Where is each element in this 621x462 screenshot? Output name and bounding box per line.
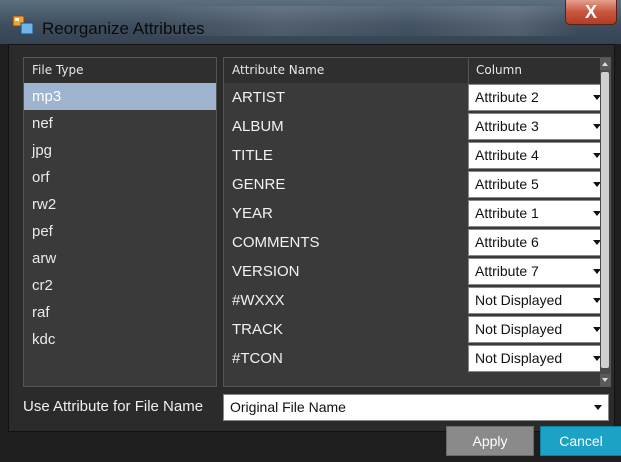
attribute-row: #TCON Not Displayed <box>224 344 608 373</box>
file-type-item[interactable]: kdc <box>24 326 216 353</box>
attribute-name: TRACK <box>232 321 283 338</box>
column-select-value: Not Displayed <box>475 292 563 308</box>
column-select[interactable]: Not Displayed <box>468 287 608 314</box>
file-type-header: File Type <box>24 58 216 83</box>
chevron-down-icon <box>594 405 602 410</box>
file-type-item[interactable]: arw <box>24 245 216 272</box>
apply-button[interactable]: Apply <box>446 426 534 456</box>
column-select[interactable]: Attribute 6 <box>468 229 608 256</box>
scroll-up-arrow-icon[interactable] <box>600 58 610 70</box>
window-title: Reorganize Attributes <box>42 19 205 38</box>
file-type-list: File Type mp3 nef jpg orf rw2 pef arw cr2 raf kdc <box>23 57 217 387</box>
attribute-name-header: Attribute Name <box>232 63 325 77</box>
column-select[interactable]: Attribute 3 <box>468 113 608 140</box>
column-select[interactable]: Attribute 5 <box>468 171 608 198</box>
column-select-value: Attribute 3 <box>475 118 539 134</box>
attribute-row: GENRE Attribute 5 <box>224 170 608 199</box>
attribute-row: YEAR Attribute 1 <box>224 199 608 228</box>
column-select[interactable]: Attribute 7 <box>468 258 608 285</box>
file-type-item[interactable]: raf <box>24 299 216 326</box>
attribute-row: TITLE Attribute 4 <box>224 141 608 170</box>
attribute-name: TITLE <box>232 147 273 164</box>
close-button[interactable]: X <box>565 0 617 25</box>
header-divider <box>468 58 469 83</box>
dialog-body: File Type mp3 nef jpg orf rw2 pef arw cr2 raf kdc… <box>8 44 615 432</box>
file-type-item[interactable]: jpg <box>24 137 216 164</box>
column-select-value: Attribute 5 <box>475 176 539 192</box>
file-name-attribute-value: Original File Name <box>230 399 346 415</box>
column-select[interactable]: Not Displayed <box>468 345 608 372</box>
attribute-row: #WXXX Not Displayed <box>224 286 608 315</box>
attribute-table-header: Attribute Name Column <box>224 58 610 83</box>
file-type-item[interactable]: orf <box>24 164 216 191</box>
attribute-name: ARTIST <box>232 89 286 106</box>
cancel-button[interactable]: Cancel <box>540 426 621 456</box>
attribute-name: YEAR <box>232 205 273 222</box>
file-name-attribute-select[interactable]: Original File Name <box>223 394 609 421</box>
attribute-row: COMMENTS Attribute 6 <box>224 228 608 257</box>
column-select-value: Not Displayed <box>475 350 563 366</box>
column-select-value: Attribute 2 <box>475 89 539 105</box>
attribute-name: GENRE <box>232 176 286 193</box>
column-select-value: Attribute 1 <box>475 205 539 221</box>
attribute-scrollbar[interactable] <box>600 58 610 386</box>
column-select-value: Attribute 4 <box>475 147 539 163</box>
column-select-value: Attribute 7 <box>475 263 539 279</box>
title-bar: Reorganize Attributes X <box>0 0 621 44</box>
column-select[interactable]: Attribute 4 <box>468 142 608 169</box>
file-type-item[interactable]: mp3 <box>24 83 216 110</box>
attribute-row: ARTIST Attribute 2 <box>224 83 608 112</box>
attribute-name: #TCON <box>232 350 283 367</box>
column-select-value: Not Displayed <box>475 321 563 337</box>
scroll-down-arrow-icon[interactable] <box>600 374 610 386</box>
file-type-item[interactable]: nef <box>24 110 216 137</box>
attribute-row: VERSION Attribute 7 <box>224 257 608 286</box>
file-type-item[interactable]: pef <box>24 218 216 245</box>
close-icon: X <box>584 2 597 22</box>
attribute-name: VERSION <box>232 263 300 280</box>
column-select[interactable]: Attribute 1 <box>468 200 608 227</box>
column-select[interactable]: Attribute 2 <box>468 84 608 111</box>
attribute-table: Attribute Name Column ARTIST Attribute 2A… <box>223 57 611 387</box>
column-header: Column <box>476 63 522 77</box>
column-select[interactable]: Not Displayed <box>468 316 608 343</box>
attribute-name: COMMENTS <box>232 234 320 251</box>
attribute-row: ALBUM Attribute 3 <box>224 112 608 141</box>
file-type-item[interactable]: cr2 <box>24 272 216 299</box>
attribute-name: #WXXX <box>232 292 285 309</box>
scroll-thumb[interactable] <box>601 72 609 368</box>
title-bar-sheen <box>150 6 580 36</box>
attribute-name: ALBUM <box>232 118 284 135</box>
reorganize-attributes-icon <box>12 15 34 35</box>
column-select-value: Attribute 6 <box>475 234 539 250</box>
file-type-item[interactable]: rw2 <box>24 191 216 218</box>
attribute-row: TRACK Not Displayed <box>224 315 608 344</box>
file-name-attribute-label: Use Attribute for File Name <box>23 398 204 415</box>
